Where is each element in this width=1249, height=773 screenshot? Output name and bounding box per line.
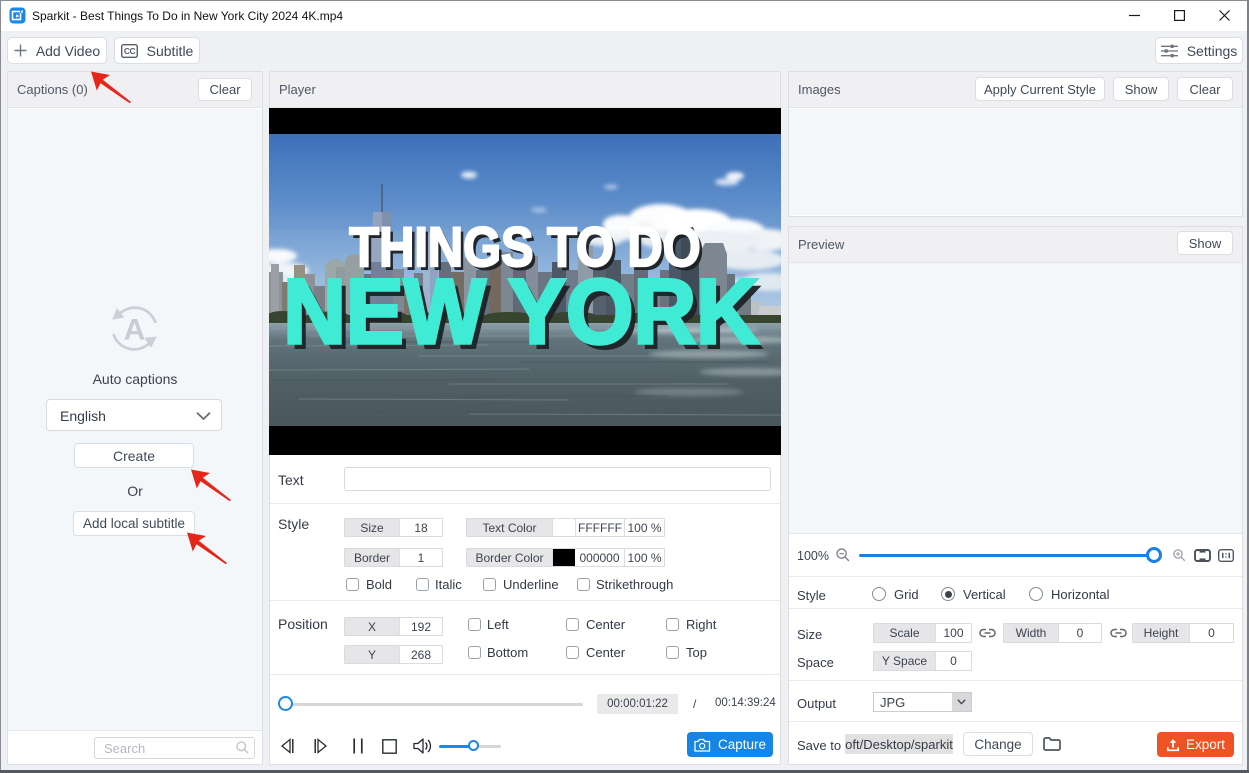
svg-text:CC: CC	[124, 46, 136, 56]
svg-text:A: A	[124, 314, 146, 347]
